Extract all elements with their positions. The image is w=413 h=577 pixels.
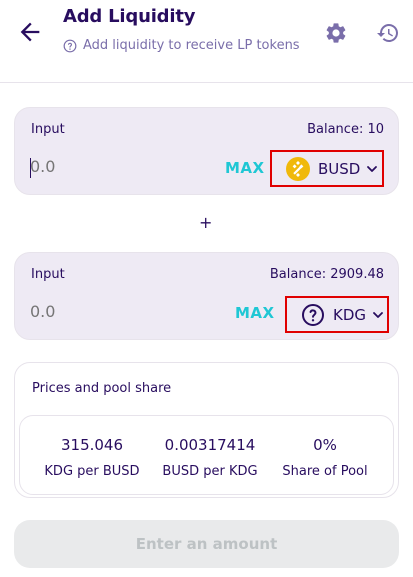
- price-label: KDG per BUSD: [44, 464, 140, 479]
- token-select-a[interactable]: BUSD: [270, 150, 384, 187]
- price-value: 0.00317414: [164, 436, 256, 454]
- price-stat: 0.00317414 BUSD per KDG: [150, 436, 270, 479]
- input-label: Input: [31, 122, 65, 137]
- arrow-left-icon[interactable]: [16, 18, 44, 46]
- plus-sign: +: [199, 213, 213, 232]
- subtitle-text: Add liquidity to receive LP tokens: [83, 38, 300, 53]
- input-label: Input: [31, 267, 65, 282]
- balance-label: Balance: 10: [307, 122, 384, 137]
- page-header: Add Liquidity Add liquidity to receive L…: [0, 0, 413, 83]
- busd-token-icon: [286, 156, 310, 181]
- enter-amount-button[interactable]: Enter an amount: [14, 520, 399, 568]
- max-button-b[interactable]: MAX: [235, 304, 275, 322]
- history-icon[interactable]: [376, 21, 400, 45]
- price-label: BUSD per KDG: [162, 464, 258, 479]
- question-circle-icon: [63, 39, 77, 52]
- chevron-down-icon: [373, 311, 383, 318]
- pool-share-stat: 0% Share of Pool: [266, 436, 384, 479]
- token-select-b[interactable]: KDG: [285, 296, 389, 333]
- question-circle-icon: [302, 303, 324, 326]
- token-symbol: BUSD: [318, 159, 361, 178]
- pool-share-value: 0%: [313, 436, 337, 454]
- gear-icon[interactable]: [324, 21, 348, 45]
- prices-title: Prices and pool share: [32, 381, 172, 396]
- prices-panel: Prices and pool share 315.046 KDG per BU…: [14, 362, 399, 498]
- input-panel-a: Input Balance: 10 MAX BUSD: [14, 107, 399, 195]
- price-value: 315.046: [60, 436, 124, 454]
- balance-label: Balance: 2909.48: [269, 267, 384, 282]
- max-button-a[interactable]: MAX: [225, 159, 265, 177]
- token-symbol: KDG: [333, 305, 367, 324]
- input-panel-b: Input Balance: 2909.48 MAX KDG: [14, 252, 399, 340]
- pool-share-label: Share of Pool: [282, 464, 368, 479]
- text-caret: [30, 158, 31, 178]
- amount-input-b[interactable]: [30, 302, 150, 321]
- page-subtitle: Add liquidity to receive LP tokens: [63, 38, 300, 53]
- chevron-down-icon: [367, 165, 378, 172]
- amount-input-a[interactable]: [30, 157, 150, 176]
- price-stat: 315.046 KDG per BUSD: [32, 436, 152, 479]
- page-title: Add Liquidity: [63, 6, 196, 27]
- prices-stats: 315.046 KDG per BUSD 0.00317414 BUSD per…: [19, 415, 394, 495]
